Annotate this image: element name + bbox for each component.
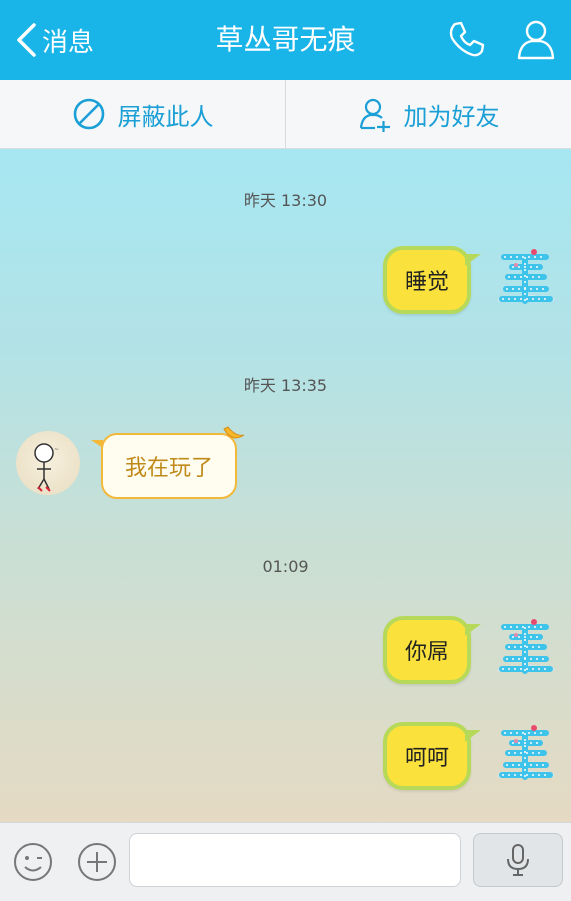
contact-avatar[interactable]: ~ bbox=[16, 431, 80, 495]
action-bar: 屏蔽此人 加为好友 bbox=[0, 80, 571, 149]
back-button[interactable]: 消息 bbox=[14, 20, 94, 60]
title-bar: 消息 草丛哥无痕 bbox=[0, 0, 571, 80]
timestamp: 01:09 bbox=[262, 557, 309, 576]
emoji-icon[interactable] bbox=[12, 841, 54, 883]
svg-text:~: ~ bbox=[54, 446, 59, 453]
my-avatar[interactable] bbox=[494, 613, 556, 675]
sent-message-bubble[interactable]: 睡觉 bbox=[383, 246, 481, 314]
voice-button[interactable] bbox=[473, 833, 563, 887]
person-icon[interactable] bbox=[516, 18, 556, 60]
sent-message-bubble[interactable]: 你屌 bbox=[383, 616, 481, 684]
my-avatar[interactable] bbox=[494, 719, 556, 781]
sent-message-bubble[interactable]: 呵呵 bbox=[383, 722, 481, 790]
block-icon bbox=[73, 98, 104, 130]
block-user-label: 屏蔽此人 bbox=[117, 102, 214, 131]
received-message-bubble[interactable]: 我在玩了 bbox=[91, 433, 237, 499]
plus-icon[interactable] bbox=[76, 841, 118, 883]
back-label: 消息 bbox=[42, 27, 95, 58]
banana-icon bbox=[223, 426, 245, 439]
block-user-button[interactable]: 屏蔽此人 bbox=[0, 80, 285, 148]
timestamp: 昨天 13:35 bbox=[243, 376, 328, 395]
stick-figure-icon: ~ bbox=[34, 443, 59, 492]
microphone-icon bbox=[507, 844, 529, 876]
my-avatar[interactable] bbox=[494, 243, 556, 305]
add-friend-icon bbox=[359, 98, 390, 132]
add-friend-button[interactable]: 加为好友 bbox=[286, 80, 571, 148]
add-friend-label: 加为好友 bbox=[403, 102, 500, 131]
timestamp: 昨天 13:30 bbox=[243, 191, 328, 210]
chat-title: 草丛哥无痕 bbox=[215, 23, 356, 56]
chat-area[interactable]: 昨天 13:30 睡觉 昨天 13:35 ~ 我在玩了 01:09 你屌 呵呵 bbox=[0, 149, 571, 822]
message-input[interactable] bbox=[129, 833, 461, 887]
chevron-left-icon bbox=[17, 23, 36, 57]
input-bar bbox=[0, 822, 571, 901]
phone-icon[interactable] bbox=[446, 19, 486, 59]
